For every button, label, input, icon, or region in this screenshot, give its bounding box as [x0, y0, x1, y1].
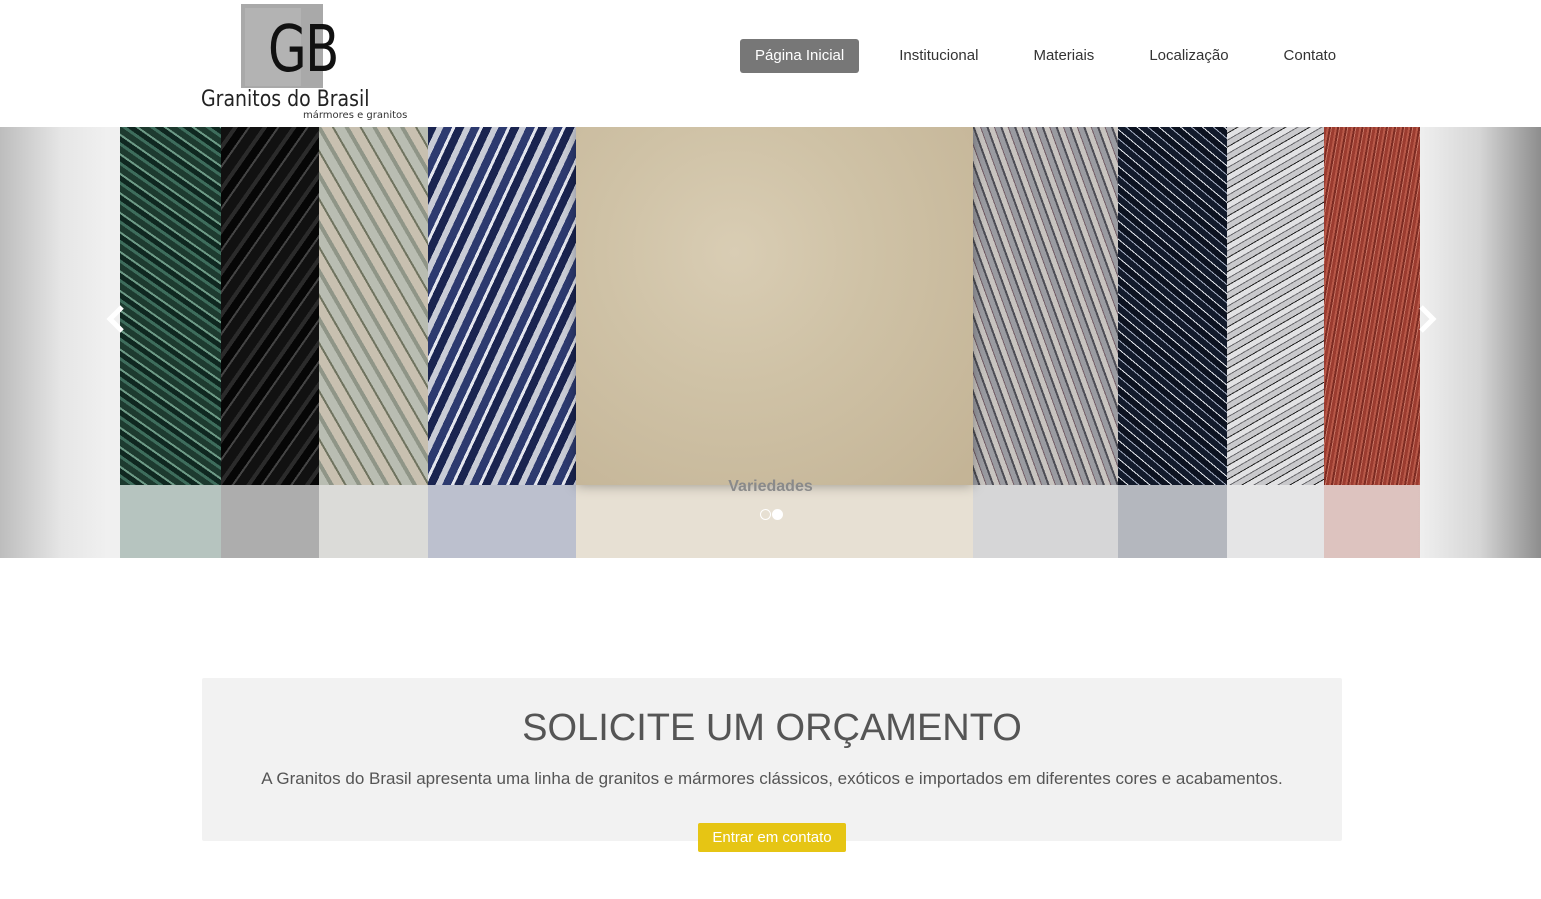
slide-caption: Variedades [728, 478, 813, 495]
granite-slab-gray-pink [973, 127, 1118, 485]
quote-title: SOLICITE UM ORÇAMENTO [522, 707, 1022, 749]
slider-dot-2[interactable] [772, 509, 783, 520]
chevron-right-icon [1419, 305, 1437, 333]
logo[interactable]: GB Granitos do Brasil mármores e granito… [200, 4, 407, 124]
nav-item-contato[interactable]: Contato [1269, 39, 1352, 73]
quote-description: A Granitos do Brasil apresenta uma linha… [261, 769, 1283, 788]
site-header: GB Granitos do Brasil mármores e granito… [0, 0, 1541, 127]
granite-slab-beige-speckled [319, 127, 428, 485]
granite-slab-black [221, 127, 319, 485]
logo-monogram: GB [268, 13, 339, 87]
nav-item-institucional[interactable]: Institucional [884, 39, 993, 73]
nav-item-materiais[interactable]: Materiais [1018, 39, 1109, 73]
marble-slab-cream [576, 127, 973, 485]
nav-item-pagina-inicial[interactable]: Página Inicial [740, 39, 860, 73]
granite-slab-red [1324, 127, 1420, 485]
quote-request-panel: SOLICITE UM ORÇAMENTO A Granitos do Bras… [202, 678, 1342, 841]
logo-name: Granitos do Brasil [201, 87, 370, 112]
chevron-left-icon [106, 305, 124, 333]
granite-slab-blue [428, 127, 576, 485]
main-nav: Página Inicial Institucional Materiais L… [740, 39, 1361, 73]
slider-next-button[interactable] [1414, 299, 1440, 339]
slider-dot-1[interactable] [760, 509, 771, 520]
granite-slab-black-white [1118, 127, 1227, 485]
slider-pagination [760, 509, 783, 520]
nav-item-localizacao[interactable]: Localização [1134, 39, 1243, 73]
contact-button[interactable]: Entrar em contato [698, 823, 846, 852]
hero-slider: Variedades [0, 127, 1541, 558]
granite-slab-white-gray [1227, 127, 1324, 485]
granite-slab-green [120, 127, 221, 485]
slider-prev-button[interactable] [103, 299, 129, 339]
logo-tagline: mármores e granitos [303, 110, 408, 121]
